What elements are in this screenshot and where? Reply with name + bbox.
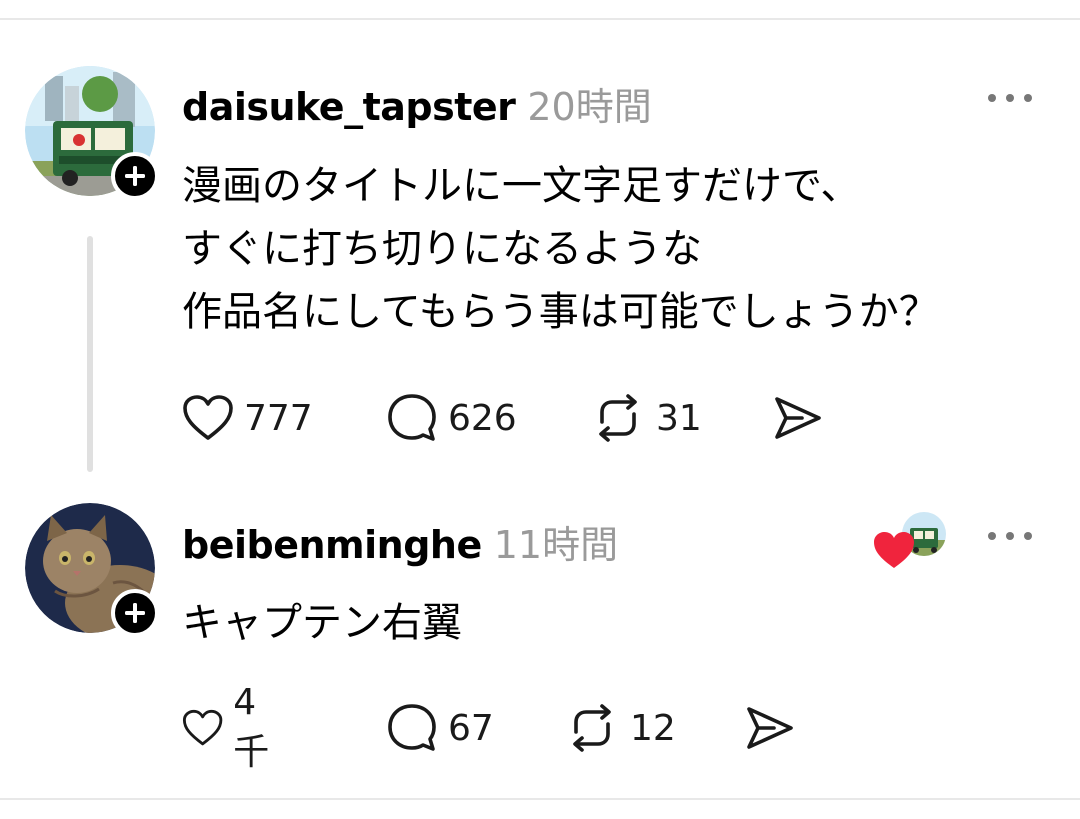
post1-header: daisuke_tapster 20時間 — [182, 76, 652, 131]
post-text-line: すぐに打ち切りになるような — [182, 226, 702, 272]
plus-icon — [125, 166, 145, 186]
more-icon[interactable] — [988, 526, 1032, 546]
like-button[interactable]: 777 — [182, 388, 313, 448]
follow-button[interactable] — [111, 152, 159, 200]
repost-count: 31 — [656, 397, 702, 439]
more-icon[interactable] — [988, 88, 1032, 108]
heart-icon — [182, 709, 223, 746]
repost-count: 12 — [630, 707, 676, 749]
thread-line — [87, 236, 93, 472]
like-count: 4千 — [233, 681, 270, 773]
timestamp[interactable]: 11時間 — [494, 514, 618, 569]
repost-icon — [573, 704, 611, 752]
comment-icon — [388, 394, 436, 441]
repost-icon — [599, 394, 637, 442]
repost-button[interactable]: 31 — [590, 388, 702, 448]
reply-count: 626 — [448, 397, 517, 439]
liked-by-author-indicator[interactable] — [872, 510, 948, 572]
post2-body: キャプテン右翼 — [182, 592, 462, 655]
repost-button[interactable]: 12 — [564, 698, 676, 758]
follow-button[interactable] — [111, 589, 159, 637]
post2-header: beibenminghe 11時間 — [182, 514, 618, 569]
post-text-line: 漫画のタイトルに一文字足すだけで、 — [182, 163, 861, 209]
reply-button[interactable]: 626 — [386, 388, 517, 448]
share-icon — [775, 397, 821, 439]
post-text-line: キャプテン右翼 — [182, 600, 462, 646]
post-text-line: 作品名にしてもらう事は可能でしょうか？ — [182, 289, 939, 335]
share-icon — [747, 707, 793, 749]
share-button[interactable] — [772, 388, 824, 448]
post2-avatar-wrap[interactable] — [25, 503, 159, 637]
reply-count: 67 — [448, 707, 494, 749]
like-count: 777 — [244, 397, 313, 439]
share-button[interactable] — [744, 698, 796, 758]
username[interactable]: daisuke_tapster — [182, 85, 516, 129]
comment-icon — [388, 704, 436, 751]
top-divider — [0, 18, 1080, 20]
post1-avatar-wrap[interactable] — [25, 66, 159, 200]
bottom-divider — [0, 798, 1080, 800]
plus-icon — [125, 603, 145, 623]
username[interactable]: beibenminghe — [182, 523, 482, 567]
heart-icon — [874, 532, 914, 568]
reply-button[interactable]: 67 — [386, 698, 494, 758]
like-button[interactable]: 4千 — [182, 682, 280, 773]
timestamp[interactable]: 20時間 — [527, 76, 651, 131]
post1-body: 漫画のタイトルに一文字足すだけで、 すぐに打ち切りになるような 作品名にしてもら… — [182, 155, 939, 344]
heart-icon — [183, 395, 233, 440]
